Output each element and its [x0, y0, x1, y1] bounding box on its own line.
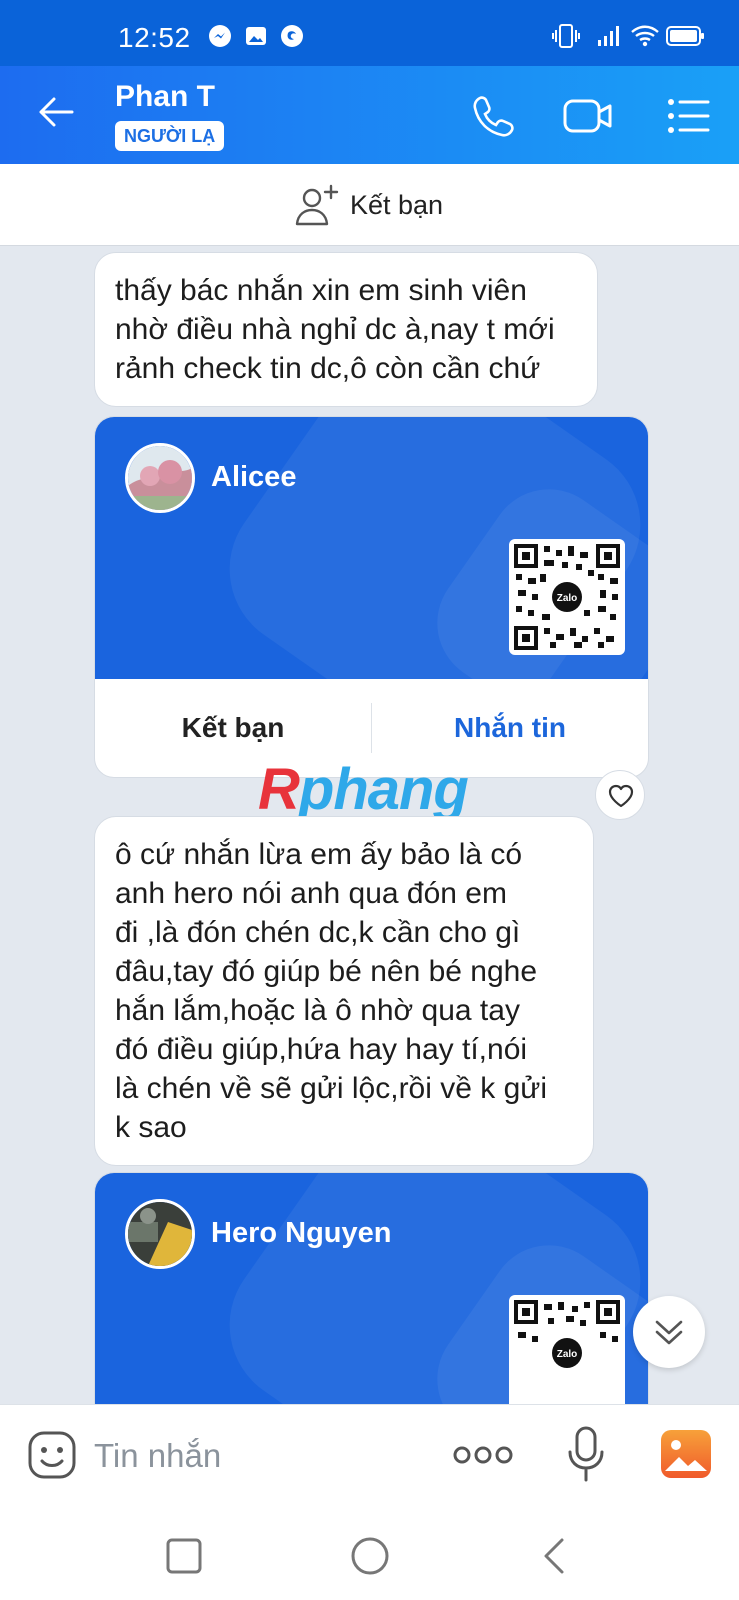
chat-area[interactable]: thấy bác nhắn xin em sinh viên nhờ điều …: [0, 246, 739, 1404]
wifi-icon: [631, 25, 659, 47]
vibrate-icon: [552, 24, 580, 48]
qr-logo: Zalo: [557, 593, 578, 604]
contact-card[interactable]: Alicee Zalo Kết bạn Nhắn tin: [94, 416, 649, 778]
contact-card-header[interactable]: Alicee Zalo: [95, 417, 648, 679]
message-line: rảnh check tin dc,ô còn cần chứ: [115, 352, 541, 385]
contact-name[interactable]: Phan T: [115, 80, 215, 114]
menu-list-icon[interactable]: [664, 92, 712, 140]
watermark-r: R: [258, 757, 300, 822]
message-bubble[interactable]: thấy bác nhắn xin em sinh viên nhờ điều …: [94, 252, 598, 407]
heart-icon: [608, 784, 634, 808]
contact-card-name: Hero Nguyen: [211, 1217, 392, 1249]
status-time: 12:52: [118, 22, 191, 53]
contact-card-header[interactable]: Hero Nguyen Zalo: [95, 1173, 648, 1404]
image-icon[interactable]: [660, 1429, 712, 1479]
qr-logo: Zalo: [557, 1349, 578, 1360]
add-friend-label: Kết bạn: [350, 190, 444, 220]
emoji-icon[interactable]: [26, 1429, 78, 1481]
message-input[interactable]: [94, 1431, 424, 1481]
navigation-bar: [0, 1506, 739, 1600]
qr-code: Zalo: [509, 539, 625, 655]
home-icon[interactable]: [350, 1536, 390, 1576]
message-line: hắn lắm,hoặc là ô nhờ qua tay: [115, 994, 520, 1027]
avatar: [125, 1199, 195, 1269]
send-message-button[interactable]: Nhắn tin: [372, 712, 648, 744]
message-input-bar: [0, 1404, 739, 1506]
message-bubble[interactable]: ô cứ nhắn lừa em ấy bảo là có anh hero n…: [94, 816, 594, 1166]
microphone-icon[interactable]: [566, 1425, 606, 1483]
scroll-to-bottom-button[interactable]: [633, 1296, 705, 1368]
message-line: đi ,là đón chén dc,k cần cho gì: [115, 916, 521, 949]
avatar: [125, 443, 195, 513]
app-icon: [281, 25, 303, 47]
phone-icon[interactable]: [470, 92, 518, 140]
back-nav-icon[interactable]: [536, 1536, 576, 1576]
watermark: Rphang: [258, 756, 469, 823]
message-line: thấy bác nhắn xin em sinh viên: [115, 274, 527, 307]
message-line: k sao: [115, 1111, 187, 1144]
double-chevron-down-icon: [655, 1320, 683, 1345]
top-bar: 12:52 Phan T NGƯỜI LẠ: [0, 0, 739, 164]
message-line: đó điều giúp,hứa hay hay tí,nói: [115, 1033, 528, 1066]
messenger-icon: [209, 25, 231, 47]
stranger-badge: NGƯỜI LẠ: [115, 121, 225, 151]
back-arrow-icon[interactable]: [36, 92, 76, 132]
react-button[interactable]: [595, 770, 645, 820]
status-bar: 12:52: [0, 0, 739, 66]
signal-icon: [598, 26, 619, 46]
message-line: đâu,tay đó giúp bé nên bé nghe: [115, 955, 538, 988]
message-line: là chén về sẽ gửi lộc,rồi về k gửi: [115, 1072, 548, 1105]
more-options-icon[interactable]: [452, 1435, 514, 1475]
add-person-icon: [295, 184, 339, 226]
message-line: nhờ điều nhà nghỉ dc à,nay t mới: [115, 313, 555, 346]
battery-icon: [666, 26, 704, 46]
message-line: ô cứ nhắn lừa em ấy bảo là có: [115, 838, 523, 871]
contact-card-name: Alicee: [211, 461, 297, 493]
message-line: anh hero nói anh qua đón em: [115, 877, 507, 910]
qr-code: Zalo: [509, 1295, 625, 1404]
contact-card[interactable]: Hero Nguyen Zalo: [94, 1172, 649, 1404]
watermark-rest: phang: [298, 757, 469, 822]
gallery-icon: [246, 27, 266, 45]
video-call-icon[interactable]: [562, 92, 614, 140]
add-friend-bar[interactable]: Kết bạn: [0, 164, 739, 246]
recent-apps-icon[interactable]: [164, 1536, 204, 1576]
add-friend-button[interactable]: Kết bạn: [95, 712, 371, 744]
